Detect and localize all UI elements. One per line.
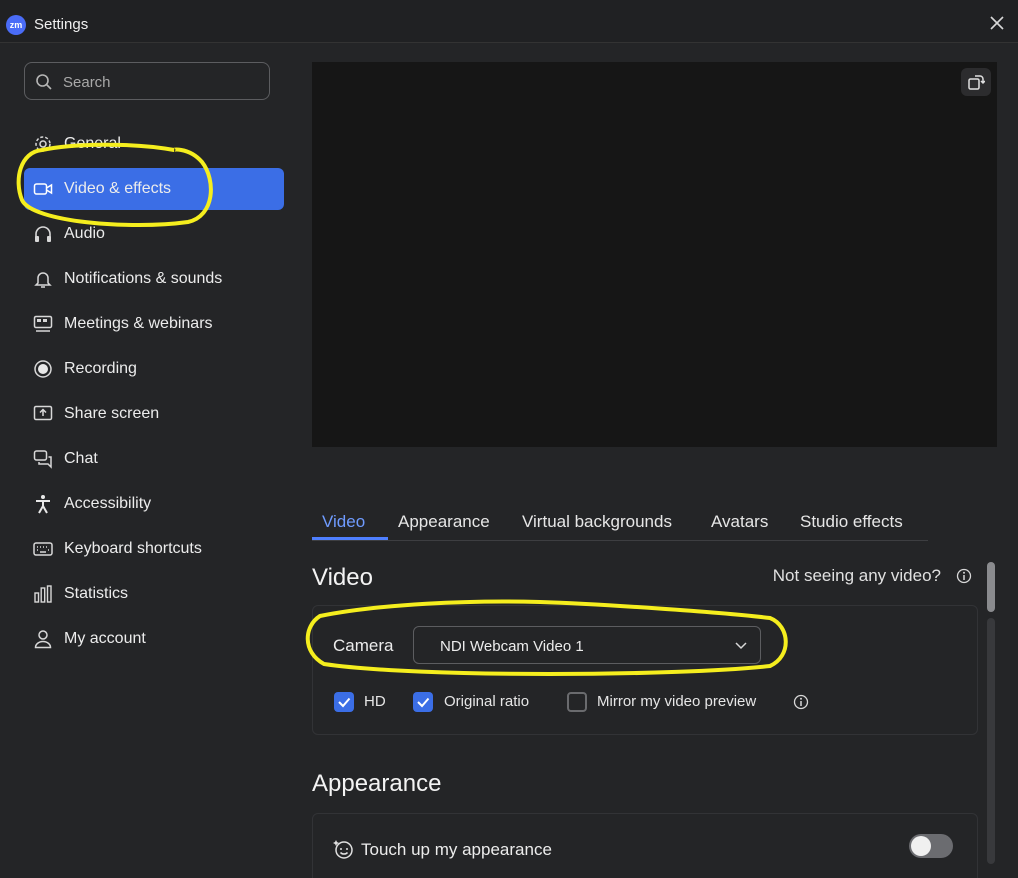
touch-up-label: Touch up my appearance [361, 840, 552, 859]
sidebar-item-my-account[interactable]: My account [24, 618, 284, 660]
sidebar-item-keyboard-shortcuts[interactable]: Keyboard shortcuts [24, 528, 284, 570]
video-preview [312, 62, 997, 447]
not-seeing-video-link[interactable]: Not seeing any video? [773, 566, 941, 586]
rotate-icon [968, 75, 985, 90]
keyboard-icon [33, 539, 53, 559]
hd-label: HD [364, 693, 386, 710]
search-icon [36, 74, 52, 90]
face-sparkle-icon [333, 840, 353, 859]
chat-icon [33, 449, 53, 469]
sidebar-item-label: Meetings & webinars [64, 315, 213, 332]
mirror-video-label: Mirror my video preview [597, 693, 757, 710]
record-icon [33, 359, 53, 379]
settings-window: zm Settings General Video & effects Audi… [0, 0, 1018, 878]
zoom-logo-icon: zm [6, 15, 26, 35]
tab-video[interactable]: Video [322, 512, 365, 532]
sidebar-item-label: Statistics [64, 585, 129, 602]
tab-appearance[interactable]: Appearance [398, 512, 490, 532]
info-icon[interactable] [956, 568, 972, 584]
statistics-icon [33, 584, 53, 604]
sidebar-item-audio[interactable]: Audio [24, 213, 284, 255]
sidebar-item-chat[interactable]: Chat [24, 438, 284, 480]
touch-up-toggle[interactable] [909, 834, 953, 858]
tab-studio-effects[interactable]: Studio effects [800, 512, 903, 532]
video-section-title: Video [312, 564, 373, 591]
content-scrollbar[interactable] [986, 560, 996, 866]
sidebar-item-label: Keyboard shortcuts [64, 540, 202, 557]
video-settings-tabs: Video Appearance Virtual backgrounds Ava… [312, 506, 928, 541]
sidebar: General Video & effects Audio Notificati… [0, 43, 300, 878]
camera-dropdown[interactable]: NDI Webcam Video 1 [413, 626, 761, 664]
original-ratio-label: Original ratio [444, 693, 530, 710]
share-screen-icon [33, 404, 53, 424]
tab-virtual-backgrounds[interactable]: Virtual backgrounds [522, 512, 672, 532]
appearance-card: Touch up my appearance [312, 813, 978, 878]
appearance-section-title: Appearance [312, 770, 442, 797]
sidebar-item-meetings[interactable]: Meetings & webinars [24, 303, 284, 345]
sidebar-item-accessibility[interactable]: Accessibility [24, 483, 284, 525]
sidebar-item-label: Notifications & sounds [64, 270, 223, 287]
sidebar-item-statistics[interactable]: Statistics [24, 573, 284, 615]
meetings-icon [33, 314, 53, 334]
close-button[interactable] [986, 12, 1008, 34]
bell-icon [33, 269, 53, 289]
sidebar-item-label: My account [64, 630, 146, 647]
hd-checkbox[interactable] [334, 692, 354, 712]
sidebar-item-share-screen[interactable]: Share screen [24, 393, 284, 435]
sidebar-item-label: Accessibility [64, 495, 152, 512]
sidebar-item-label: Chat [64, 450, 98, 467]
scrollbar-track[interactable] [987, 618, 995, 864]
checkmark-icon [417, 697, 430, 708]
camera-selected-value: NDI Webcam Video 1 [440, 638, 584, 655]
sidebar-item-general[interactable]: General [24, 123, 284, 165]
sidebar-item-notifications[interactable]: Notifications & sounds [24, 258, 284, 300]
sidebar-item-recording[interactable]: Recording [24, 348, 284, 390]
video-camera-icon [33, 179, 53, 199]
camera-label: Camera [333, 636, 394, 655]
user-icon [33, 629, 53, 649]
gear-icon [33, 134, 53, 154]
original-ratio-checkbox[interactable] [413, 692, 433, 712]
title-bar: zm Settings [0, 0, 1018, 43]
toggle-knob [911, 836, 931, 856]
active-tab-indicator [312, 537, 388, 540]
sidebar-item-label: Video & effects [64, 180, 172, 197]
rotate-video-button[interactable] [961, 68, 991, 96]
scrollbar-thumb[interactable] [987, 562, 995, 612]
sidebar-item-label: Share screen [64, 405, 160, 422]
search-box[interactable] [24, 62, 270, 100]
info-icon[interactable] [793, 694, 809, 710]
accessibility-icon [33, 494, 53, 514]
tab-avatars[interactable]: Avatars [711, 512, 768, 532]
window-title: Settings [34, 16, 89, 33]
search-input[interactable] [61, 71, 265, 93]
sidebar-item-label: Recording [64, 360, 137, 377]
camera-settings-card: Camera NDI Webcam Video 1 HD Original ra… [312, 605, 978, 735]
checkmark-icon [338, 697, 351, 708]
headphones-icon [33, 224, 53, 244]
sidebar-item-video-effects[interactable]: Video & effects [24, 168, 284, 210]
settings-content: Video Not seeing any video? Camera NDI W… [312, 556, 997, 878]
chevron-down-icon [735, 642, 747, 650]
mirror-video-checkbox[interactable] [567, 692, 587, 712]
sidebar-item-label: General [64, 135, 121, 152]
sidebar-item-label: Audio [64, 225, 105, 242]
close-icon [990, 16, 1004, 30]
